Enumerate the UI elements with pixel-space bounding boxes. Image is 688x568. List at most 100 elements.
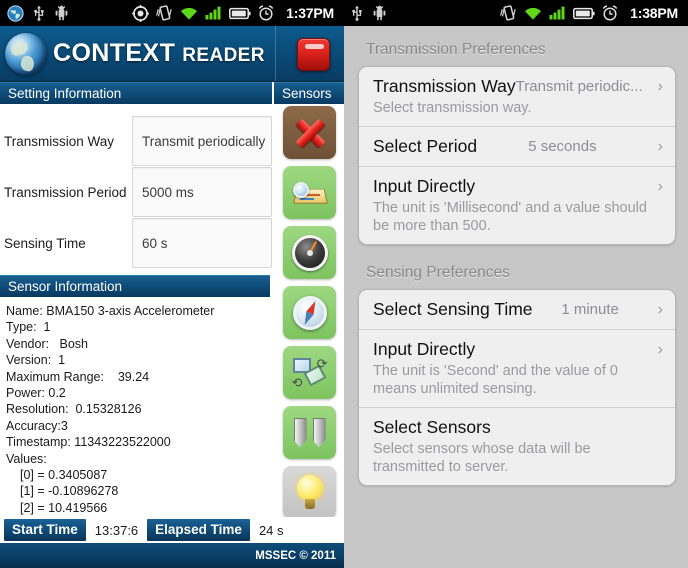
- card-gap: [344, 245, 688, 259]
- globe-logo: [5, 32, 47, 75]
- vibrate-icon: [156, 5, 172, 21]
- pref-sub-transmission-way: Select transmission way.: [373, 100, 532, 116]
- pref-cell-select-period[interactable]: Select Period 5 seconds ›: [359, 126, 675, 166]
- sensor-info-line: Timestamp: 11343223522000: [6, 435, 171, 450]
- pref-title-select-sensors: Select Sensors: [373, 417, 491, 437]
- sensor-information-block: Name: BMA150 3-axis Accelerometer Type: …: [0, 297, 272, 516]
- stop-record-button[interactable]: [297, 38, 330, 71]
- light-sensor-icon[interactable]: [283, 466, 336, 519]
- chevron-right-icon: ›: [657, 340, 663, 358]
- status-icons-right-2: 1:38PM: [500, 5, 684, 21]
- app-title-secondary: READER: [182, 45, 265, 66]
- usb-icon: [352, 5, 362, 21]
- pref-value-select-sensing-time: 1 minute: [561, 301, 619, 318]
- section-sensors: Sensors: [274, 82, 344, 104]
- start-time-value: 13:37:6: [94, 522, 139, 538]
- pref-cell-select-sensing-time[interactable]: Select Sensing Time 1 minute ›: [359, 290, 675, 329]
- app-title-primary: CONTEXT: [53, 39, 176, 67]
- status-icons-right: 1:37PM: [132, 4, 340, 22]
- gps-icon: [132, 4, 150, 22]
- signal-icon: [205, 6, 221, 20]
- app-title: CONTEXT READER: [53, 39, 265, 68]
- signal-icon: [549, 6, 565, 20]
- pref-title-input-directly-period: Input Directly: [373, 176, 476, 196]
- form-row-transmission-way[interactable]: Transmission Way Transmit periodically: [0, 116, 272, 166]
- android-status-bar-2: 1:38PM: [344, 0, 688, 26]
- pref-title-select-sensing-time: Select Sensing Time: [373, 299, 533, 319]
- usb-icon: [34, 5, 44, 21]
- sensor-info-line: Accuracy:3: [6, 418, 68, 433]
- pref-cell-input-directly-sensing[interactable]: Input Directly › The unit is 'Second' an…: [359, 329, 675, 407]
- sensor-info-line: Maximum Range: 39.24: [6, 369, 150, 384]
- timing-status-row: Start Time 13:37:6 Elapsed Time 24 s: [0, 517, 344, 543]
- label-sensing-time: Sensing Time: [4, 235, 86, 251]
- battery-icon: [573, 7, 595, 19]
- sensor-icon-rail: ⟳ ⟲: [275, 106, 344, 519]
- sensor-info-value-line: [1] = -0.10896278: [20, 484, 119, 499]
- value-transmission-period[interactable]: 5000 ms: [132, 167, 272, 217]
- value-sensing-time[interactable]: 60 s: [132, 218, 272, 268]
- pref-value-select-period: 5 seconds: [528, 138, 597, 155]
- chevron-right-icon: ›: [657, 77, 663, 95]
- status-bar-clock: 1:37PM: [286, 5, 334, 21]
- label-transmission-way: Transmission Way: [4, 133, 115, 149]
- compass-sensor-icon[interactable]: [283, 286, 336, 339]
- pref-sub-input-directly-sensing: The unit is 'Second' and the value of 0 …: [373, 363, 618, 397]
- android-debug-icon: [55, 5, 68, 21]
- group-title-transmission: Transmission Preferences: [366, 41, 546, 58]
- status-icons-left: [4, 4, 69, 22]
- sensor-info-line: Type: 1: [6, 320, 51, 335]
- pref-sub-select-sensors: Select sensors whose data will be transm…: [373, 441, 591, 475]
- preference-card-sensing: Select Sensing Time 1 minute › Input Dir…: [358, 289, 676, 486]
- start-time-label: Start Time: [4, 519, 86, 541]
- elapsed-time-label: Elapsed Time: [147, 519, 250, 541]
- sensor-info-line: Version: 1: [6, 353, 66, 368]
- proximity-sensor-icon[interactable]: [283, 406, 336, 459]
- preference-card-transmission: Transmission Way Transmit periodic... › …: [358, 66, 676, 245]
- title-divider: [275, 26, 276, 81]
- ios-preferences-panel: 1:38PM Transmission Preferences Transmis…: [344, 0, 688, 568]
- alarm-icon: [258, 5, 274, 21]
- section-setting-information: Setting Information: [0, 82, 272, 104]
- pref-cell-input-directly-period[interactable]: Input Directly › The unit is 'Millisecon…: [359, 166, 675, 244]
- wifi-icon: [181, 7, 198, 20]
- settings-form: Transmission Way Transmit periodically T…: [0, 104, 272, 275]
- close-sensor-icon[interactable]: [283, 106, 336, 159]
- value-transmission-way[interactable]: Transmit periodically: [132, 116, 272, 166]
- chevron-right-icon: ›: [657, 137, 663, 155]
- pref-title-transmission-way: Transmission Way: [373, 76, 516, 96]
- pref-cell-select-sensors[interactable]: Select Sensors Select sensors whose data…: [359, 407, 675, 485]
- chevron-right-icon: ›: [657, 177, 663, 195]
- form-row-transmission-period[interactable]: Transmission Period 5000 ms: [0, 167, 272, 217]
- preferences-list: Transmission Preferences Transmission Wa…: [344, 26, 688, 568]
- sensor-info-header-row: Sensor Information: [0, 275, 272, 297]
- status-bar-clock-2: 1:38PM: [630, 5, 678, 21]
- status-icons-left-2: [348, 5, 387, 21]
- pref-cell-transmission-way[interactable]: Transmission Way Transmit periodic... › …: [359, 67, 675, 126]
- sensor-info-value-line: [0] = 0.3405087: [20, 468, 108, 483]
- section-sensor-information: Sensor Information: [0, 275, 270, 297]
- section-header-row: Setting Information Sensors: [0, 82, 344, 104]
- sensor-info-line: Power: 0.2: [6, 386, 66, 401]
- alarm-icon: [602, 5, 618, 21]
- group-title-sensing: Sensing Preferences: [366, 264, 510, 281]
- sensor-info-line: Name: BMA150 3-axis Accelerometer: [6, 304, 215, 318]
- sensor-info-line: Values:: [6, 451, 47, 466]
- pref-value-transmission-way: Transmit periodic...: [515, 78, 643, 95]
- gauge-sensor-icon[interactable]: [283, 226, 336, 279]
- app-title-bar: CONTEXT READER: [0, 26, 344, 82]
- location-map-sensor-icon[interactable]: [283, 166, 336, 219]
- screenshot-root: 1:37PM CONTEXT READER Setting Informatio…: [0, 0, 688, 568]
- pref-title-select-period: Select Period: [373, 136, 478, 156]
- sensor-info-line: Resolution: 0.15328126: [6, 402, 142, 417]
- pref-sub-input-directly-period: The unit is 'Millisecond' and a value sh…: [373, 200, 647, 234]
- sensor-info-value-line: [2] = 10.419566: [20, 500, 108, 515]
- form-row-sensing-time[interactable]: Sensing Time 60 s: [0, 218, 272, 268]
- globe-icon: [7, 4, 24, 22]
- orientation-sensor-icon[interactable]: ⟳ ⟲: [283, 346, 336, 399]
- android-status-bar: 1:37PM: [0, 0, 344, 26]
- sensor-info-line: Vendor: Bosh: [6, 336, 89, 351]
- battery-icon: [229, 7, 251, 19]
- vibrate-icon: [500, 5, 516, 21]
- android-app-panel: 1:37PM CONTEXT READER Setting Informatio…: [0, 0, 344, 568]
